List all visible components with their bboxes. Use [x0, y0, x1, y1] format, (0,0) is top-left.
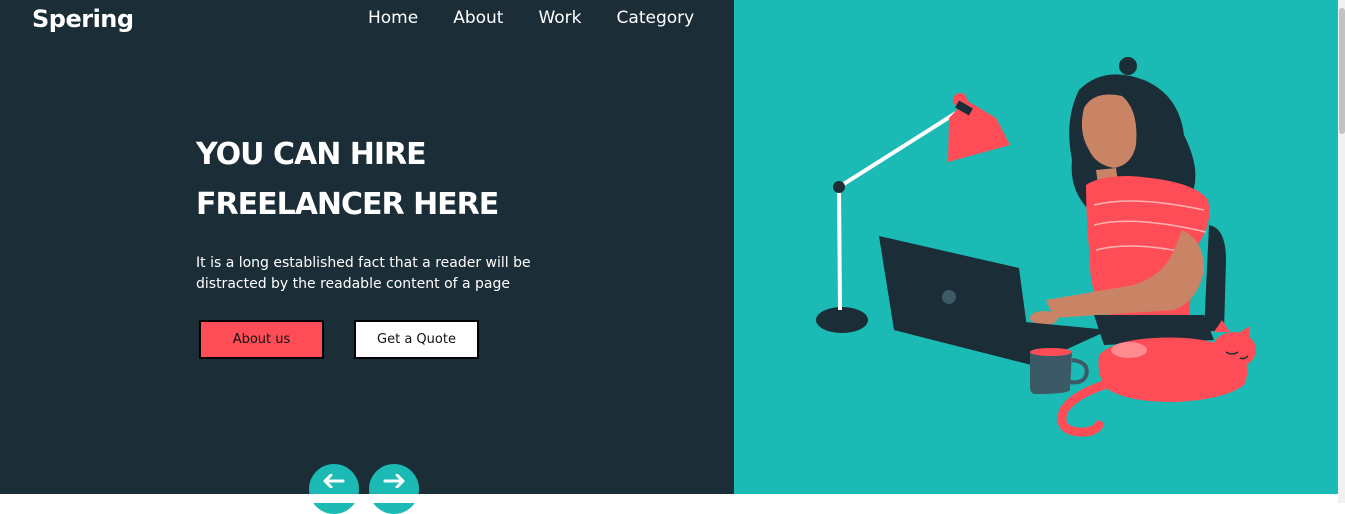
brand-logo[interactable]: Spering [32, 5, 134, 33]
about-us-button[interactable]: About us [199, 320, 324, 359]
headline-line-2: FREELANCER HERE [196, 187, 499, 222]
woman-figure-icon [1030, 57, 1214, 345]
nav-item-category[interactable]: Category [617, 8, 695, 28]
nav-item-work[interactable]: Work [538, 8, 581, 28]
page-bottom-edge [0, 494, 1338, 503]
hero-left-panel: Spering Home About Work Category YOU CAN… [0, 0, 734, 514]
hero-description: It is a long established fact that a rea… [196, 255, 531, 292]
freelancer-illustration [816, 57, 1256, 437]
get-a-quote-button[interactable]: Get a Quote [354, 320, 479, 359]
scrollbar-thumb[interactable] [1339, 8, 1345, 134]
hero-headline: YOU CAN HIRE FREELANCER HERE [196, 130, 499, 230]
arrow-right-icon [383, 474, 405, 488]
nav-item-home[interactable]: Home [368, 8, 418, 28]
headline-line-1: YOU CAN HIRE [196, 137, 427, 172]
arrow-left-icon [323, 474, 345, 488]
carousel-prev-button[interactable] [309, 464, 359, 514]
nav-item-about[interactable]: About [453, 8, 503, 28]
carousel-next-button[interactable] [369, 464, 419, 514]
main-nav: Home About Work Category [368, 8, 729, 28]
coffee-mug-icon [1030, 348, 1089, 394]
hero-illustration-panel [734, 0, 1338, 494]
